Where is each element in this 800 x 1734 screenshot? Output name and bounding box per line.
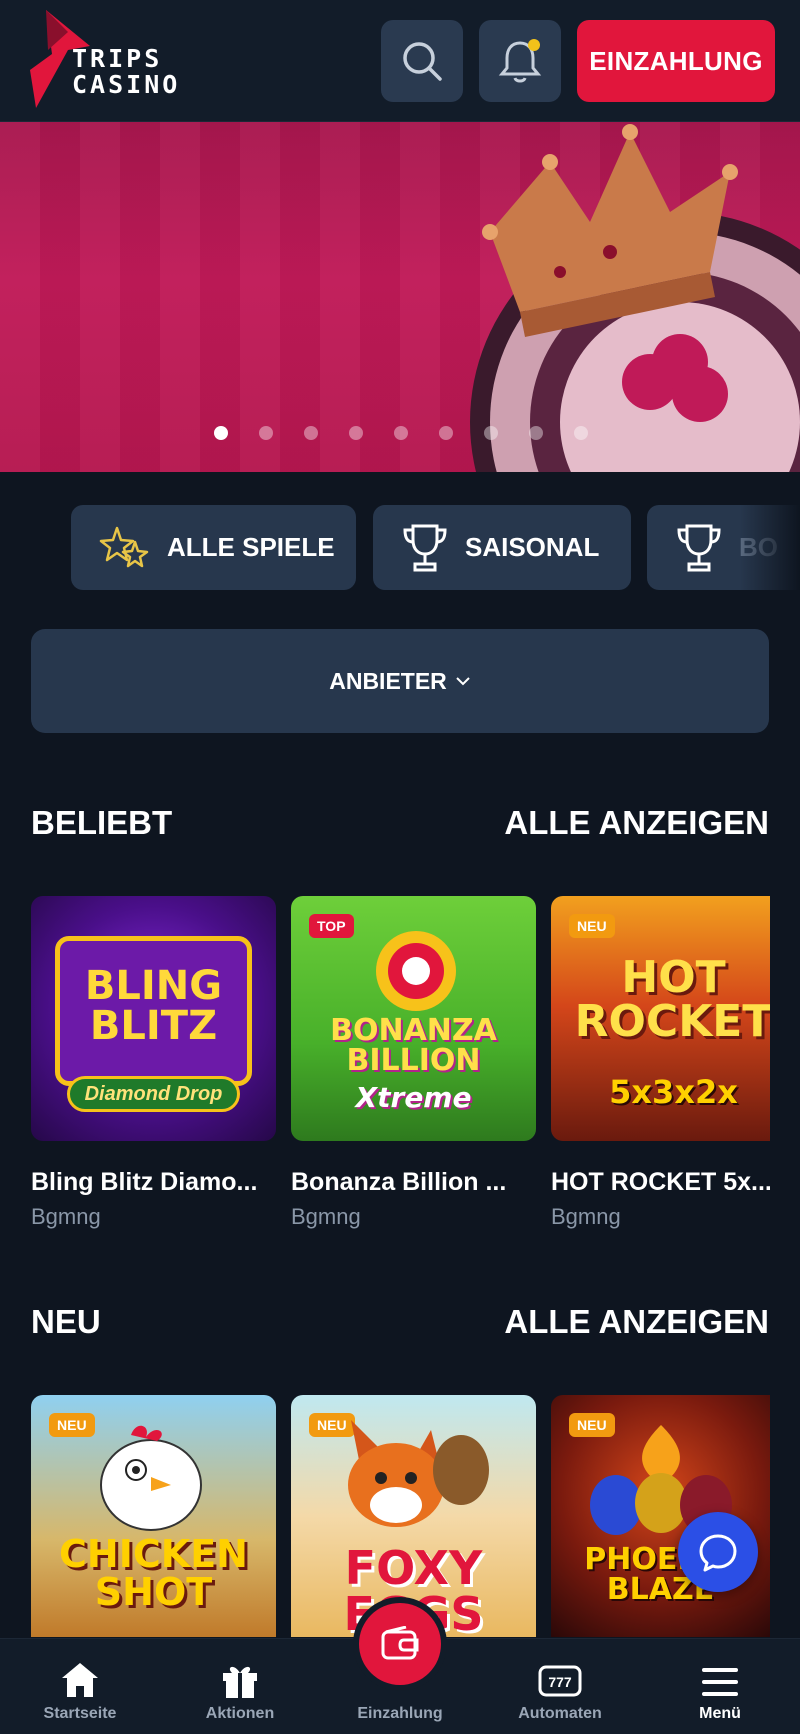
game-art-text: CHICKEN SHOT <box>59 1532 248 1614</box>
provider-label: ANBIETER <box>329 667 447 694</box>
game-provider: Bgmng <box>31 1204 101 1229</box>
game-art-text: BLING BLITZ <box>84 963 223 1049</box>
header: TRIPS CASINO EINZAHLUNG <box>0 0 800 122</box>
nav-label: Automaten <box>518 1705 602 1722</box>
logo-text-line1: TRIPS <box>72 44 163 73</box>
game-art-subtitle: Xtreme <box>355 1081 472 1114</box>
slots-icon: 777 <box>538 1665 582 1697</box>
stars-icon <box>99 526 149 567</box>
chevron-down-icon <box>456 677 470 686</box>
banner-dot[interactable] <box>439 426 453 440</box>
section-title-new: NEU <box>31 1303 101 1340</box>
category-label: SAISONAL <box>465 532 600 562</box>
view-all-new-link[interactable]: ALLE ANZEIGEN <box>504 1303 769 1341</box>
game-art-fox <box>348 1420 489 1527</box>
view-all-popular-link[interactable]: ALLE ANZEIGEN <box>504 804 769 842</box>
game-card-bling-blitz[interactable]: BLING BLITZ Diamond Drop <box>31 896 276 1141</box>
top-badge: TOP <box>309 914 354 938</box>
logo[interactable]: TRIPS CASINO <box>28 10 208 110</box>
game-title[interactable]: HOT ROCKET 5x... <box>551 1168 770 1197</box>
live-chat-button[interactable] <box>678 1512 758 1592</box>
nav-menu[interactable]: Menü <box>640 1639 800 1734</box>
search-icon <box>403 42 442 81</box>
banner-dot[interactable] <box>484 426 498 440</box>
game-card-bonanza-billion[interactable]: TOP BONANZA BILLION Xtreme <box>291 896 536 1141</box>
banner-dot[interactable] <box>349 426 363 440</box>
banner-dot[interactable] <box>529 426 543 440</box>
search-button[interactable] <box>381 20 463 102</box>
banner-dot[interactable] <box>574 426 588 440</box>
game-art-text: HOT ROCKET <box>574 952 770 1047</box>
game-art-subtitle: 5x3x2x <box>609 1073 738 1111</box>
menu-icon <box>702 1668 738 1696</box>
category-all-games[interactable]: ALLE SPIELE <box>71 505 356 590</box>
game-title[interactable]: Bonanza Billion ... <box>291 1168 541 1197</box>
banner-dot[interactable] <box>394 426 408 440</box>
new-badge: NEU <box>49 1413 95 1437</box>
nav-label: Einzahlung <box>357 1705 443 1722</box>
gift-icon <box>223 1666 257 1698</box>
bell-icon <box>498 39 542 83</box>
banner-dot[interactable] <box>304 426 318 440</box>
home-icon <box>62 1663 98 1697</box>
game-art-chicken <box>100 1425 202 1531</box>
section-title-popular: BELIEBT <box>31 804 173 841</box>
notifications-button[interactable] <box>479 20 561 102</box>
nav-slots[interactable]: 777 Automaten <box>480 1639 640 1734</box>
promo-banner[interactable] <box>0 122 800 472</box>
game-card-hot-rocket[interactable]: NEU HOT ROCKET 5x3x2x <box>551 896 770 1141</box>
banner-dot[interactable] <box>214 426 228 440</box>
game-art-text: BONANZA BILLION <box>330 1013 497 1078</box>
deposit-button[interactable]: EINZAHLUNG <box>577 20 775 102</box>
trophy-icon <box>403 524 447 571</box>
nav-promotions[interactable]: Aktionen <box>160 1639 320 1734</box>
game-provider: Bgmng <box>551 1204 621 1229</box>
deposit-fab-button[interactable] <box>359 1603 441 1685</box>
game-card-foxy-eggs[interactable]: NEU FOXY EGGS <box>291 1395 536 1637</box>
nav-label: Menü <box>699 1705 741 1722</box>
svg-text:777: 777 <box>548 1674 572 1690</box>
banner-pagination <box>214 426 588 440</box>
game-card-chicken-shot[interactable]: NEU CHICKEN SHOT <box>31 1395 276 1637</box>
new-badge: NEU <box>569 914 615 938</box>
crown-chip-illustration <box>470 124 800 472</box>
game-art-subtitle: Diamond Drop <box>67 1076 240 1112</box>
provider-dropdown[interactable]: ANBIETER <box>31 629 769 733</box>
category-label: ALLE SPIELE <box>167 532 335 562</box>
nav-label: Startseite <box>43 1705 117 1722</box>
nav-home[interactable]: Startseite <box>0 1639 160 1734</box>
nav-label: Aktionen <box>205 1705 275 1722</box>
chat-bubble-icon <box>699 1534 737 1572</box>
category-seasonal[interactable]: SAISONAL <box>373 505 631 590</box>
game-title[interactable]: Bling Blitz Diamo... <box>31 1168 281 1197</box>
game-provider: Bgmng <box>291 1204 361 1229</box>
trophy-icon <box>677 524 721 571</box>
banner-dot[interactable] <box>259 426 273 440</box>
wallet-icon <box>381 1626 419 1660</box>
game-art-flower <box>376 931 456 1011</box>
logo-text-line2: CASINO <box>72 70 181 99</box>
chip-scroll-fade <box>740 505 800 590</box>
